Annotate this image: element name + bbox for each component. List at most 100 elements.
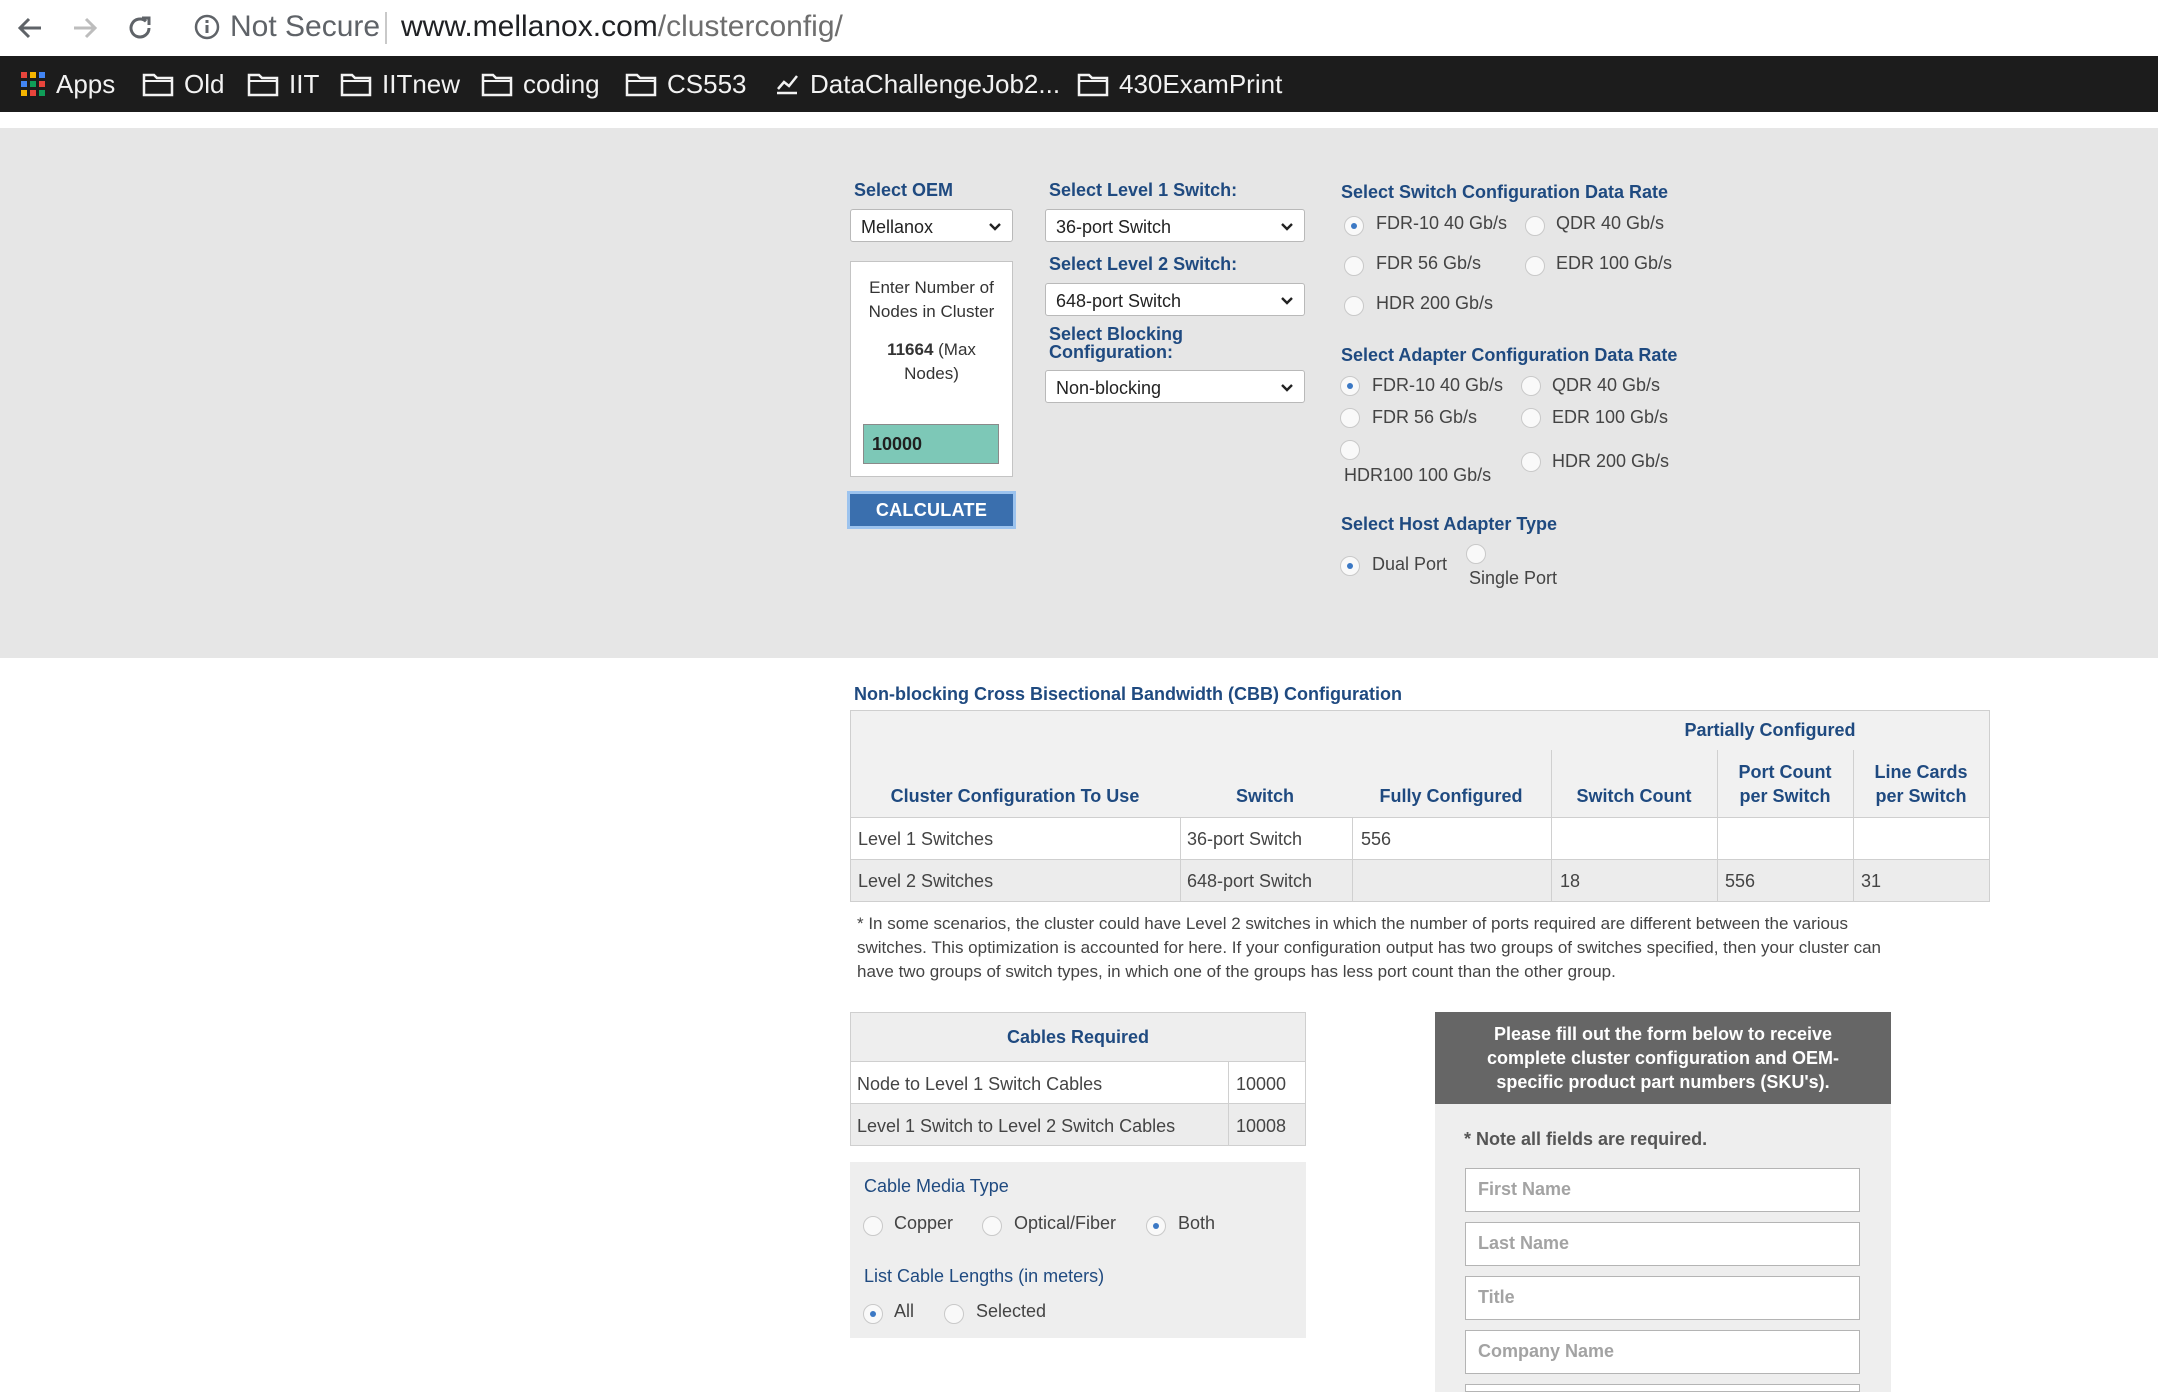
- cable-media-radio-both[interactable]: [1146, 1216, 1166, 1236]
- url-domain: www.mellanox.com: [401, 10, 658, 43]
- level2-label: Select Level 2 Switch:: [1049, 254, 1238, 274]
- nodes-prompt-line1: Enter Number of: [869, 278, 994, 297]
- blocking-value: Non-blocking: [1056, 378, 1162, 398]
- host-adapter-option: Dual Port: [1372, 554, 1448, 574]
- forward-button[interactable]: [65, 8, 105, 48]
- bookmark-label: coding: [523, 68, 600, 99]
- col-cluster-config: Cluster Configuration To Use: [890, 786, 1140, 806]
- cable-media-option: Both: [1178, 1213, 1216, 1233]
- bookmark-apps[interactable]: Apps: [20, 66, 115, 102]
- host-adapter-radio-single[interactable]: [1466, 544, 1486, 564]
- apps-grid-icon: [21, 72, 45, 96]
- reload-button[interactable]: [120, 8, 160, 48]
- cable-lengths-label: List Cable Lengths (in meters): [864, 1266, 1105, 1286]
- host-adapter-label: Select Host Adapter Type: [1341, 514, 1558, 534]
- col-switch-count: Switch Count: [1576, 786, 1692, 806]
- title-field[interactable]: Title: [1465, 1276, 1860, 1320]
- table-row: [850, 860, 1990, 902]
- column-divider: [1717, 750, 1718, 818]
- first-name-field[interactable]: First Name: [1465, 1168, 1860, 1212]
- cable-length-radio-selected[interactable]: [944, 1304, 964, 1324]
- table-cell: 31: [1861, 871, 1882, 891]
- max-nodes-suffix: (Max: [933, 340, 976, 359]
- folder-icon: [625, 73, 657, 97]
- cable-media-radio-optical[interactable]: [982, 1216, 1002, 1236]
- column-divider: [1551, 750, 1552, 818]
- back-button[interactable]: [10, 8, 50, 48]
- adapter-rate-radio-hdr200[interactable]: [1521, 452, 1541, 472]
- host-adapter-radio-dual[interactable]: [1340, 556, 1360, 576]
- cable-length-radio-all[interactable]: [863, 1304, 883, 1324]
- level2-select[interactable]: 648-port Switch: [1045, 283, 1305, 316]
- bookmark-label: 430ExamPrint: [1119, 68, 1283, 99]
- footnote-line2: switches. This optimization is accounted…: [857, 938, 1881, 957]
- oem-select[interactable]: Mellanox: [850, 209, 1013, 242]
- bookmark-430examprint[interactable]: 430ExamPrint: [1077, 66, 1282, 102]
- nodes-input[interactable]: 10000: [863, 424, 999, 464]
- switch-rate-label: Select Switch Configuration Data Rate: [1341, 182, 1669, 202]
- adapter-rate-label: Select Adapter Configuration Data Rate: [1341, 345, 1678, 365]
- blocking-select[interactable]: Non-blocking: [1045, 370, 1305, 403]
- adapter-rate-option: QDR 40 Gb/s: [1552, 375, 1661, 395]
- folder-icon: [142, 73, 174, 97]
- chart-icon: [777, 75, 798, 95]
- adapter-rate-radio-qdr[interactable]: [1521, 376, 1541, 396]
- col-line-cards-line2: per Switch: [1875, 786, 1967, 806]
- adapter-rate-radio-fdr[interactable]: [1340, 408, 1360, 428]
- bookmark-coding[interactable]: coding: [481, 66, 600, 102]
- bookmark-iitnew[interactable]: IITnew: [340, 66, 460, 102]
- column-divider: [1352, 818, 1353, 902]
- bookmark-iit[interactable]: IIT: [247, 66, 319, 102]
- adapter-rate-option: HDR 200 Gb/s: [1552, 451, 1670, 471]
- calculate-button[interactable]: CALCULATE: [847, 491, 1016, 529]
- switch-rate-radio-edr[interactable]: [1525, 256, 1545, 276]
- footnote-line3: have two groups of switch types, in whic…: [857, 962, 1616, 981]
- bookmark-old[interactable]: Old: [142, 66, 224, 102]
- col-line-cards-line1: Line Cards: [1874, 762, 1968, 782]
- cable-length-option: All: [894, 1301, 915, 1321]
- bookmark-datachallenge[interactable]: DataChallengeJob2...: [774, 66, 1060, 102]
- adapter-rate-radio-fdr10[interactable]: [1340, 376, 1360, 396]
- adapter-rate-radio-hdr100[interactable]: [1340, 440, 1360, 460]
- url-divider: [385, 12, 387, 44]
- bookmark-label: Old: [184, 68, 225, 99]
- column-divider: [1717, 818, 1718, 902]
- column-divider: [1228, 1062, 1229, 1146]
- next-field[interactable]: [1465, 1384, 1860, 1392]
- form-header: Please fill out the form below to receiv…: [1435, 1012, 1891, 1104]
- switch-rate-radio-hdr[interactable]: [1344, 296, 1364, 316]
- form-header-line3: specific product part numbers (SKU's).: [1496, 1072, 1830, 1092]
- column-divider: [1853, 818, 1854, 902]
- switch-rate-option: EDR 100 Gb/s: [1556, 253, 1673, 273]
- url-text[interactable]: www.mellanox.com/clusterconfig/: [401, 10, 843, 44]
- chevron-down-icon: [989, 223, 1001, 231]
- adapter-rate-option: FDR-10 40 Gb/s: [1372, 375, 1504, 395]
- switch-rate-radio-qdr[interactable]: [1525, 216, 1545, 236]
- adapter-rate-option: FDR 56 Gb/s: [1372, 407, 1478, 427]
- address-bar[interactable]: Not Secure www.mellanox.com/clusterconfi…: [180, 0, 2158, 56]
- table-cell: 36-port Switch: [1187, 829, 1303, 849]
- adapter-rate-radio-edr[interactable]: [1521, 408, 1541, 428]
- cable-media-option: Optical/Fiber: [1014, 1213, 1117, 1233]
- switch-rate-option: QDR 40 Gb/s: [1556, 213, 1665, 233]
- info-icon[interactable]: [194, 14, 220, 40]
- security-label[interactable]: Not Secure: [230, 10, 380, 44]
- column-divider: [1180, 818, 1181, 902]
- last-name-field[interactable]: Last Name: [1465, 1222, 1860, 1266]
- folder-icon: [340, 73, 372, 97]
- switch-rate-radio-fdr[interactable]: [1344, 256, 1364, 276]
- cable-media-radio-copper[interactable]: [863, 1216, 883, 1236]
- chevron-down-icon: [1281, 297, 1293, 305]
- max-nodes-value: 11664: [887, 340, 934, 359]
- reload-icon: [129, 16, 151, 39]
- company-name-field[interactable]: Company Name: [1465, 1330, 1860, 1374]
- bookmark-cs553[interactable]: CS553: [625, 66, 747, 102]
- col-switch: Switch: [1235, 786, 1294, 806]
- table-cell: Level 2 Switches: [858, 871, 994, 891]
- table-cell: 556: [1361, 829, 1392, 849]
- switch-rate-radio-fdr10[interactable]: [1344, 216, 1364, 236]
- table-cell: 10008: [1236, 1116, 1287, 1136]
- level1-select[interactable]: 36-port Switch: [1045, 209, 1305, 242]
- chevron-down-icon: [1281, 384, 1293, 392]
- column-divider: [1853, 750, 1854, 818]
